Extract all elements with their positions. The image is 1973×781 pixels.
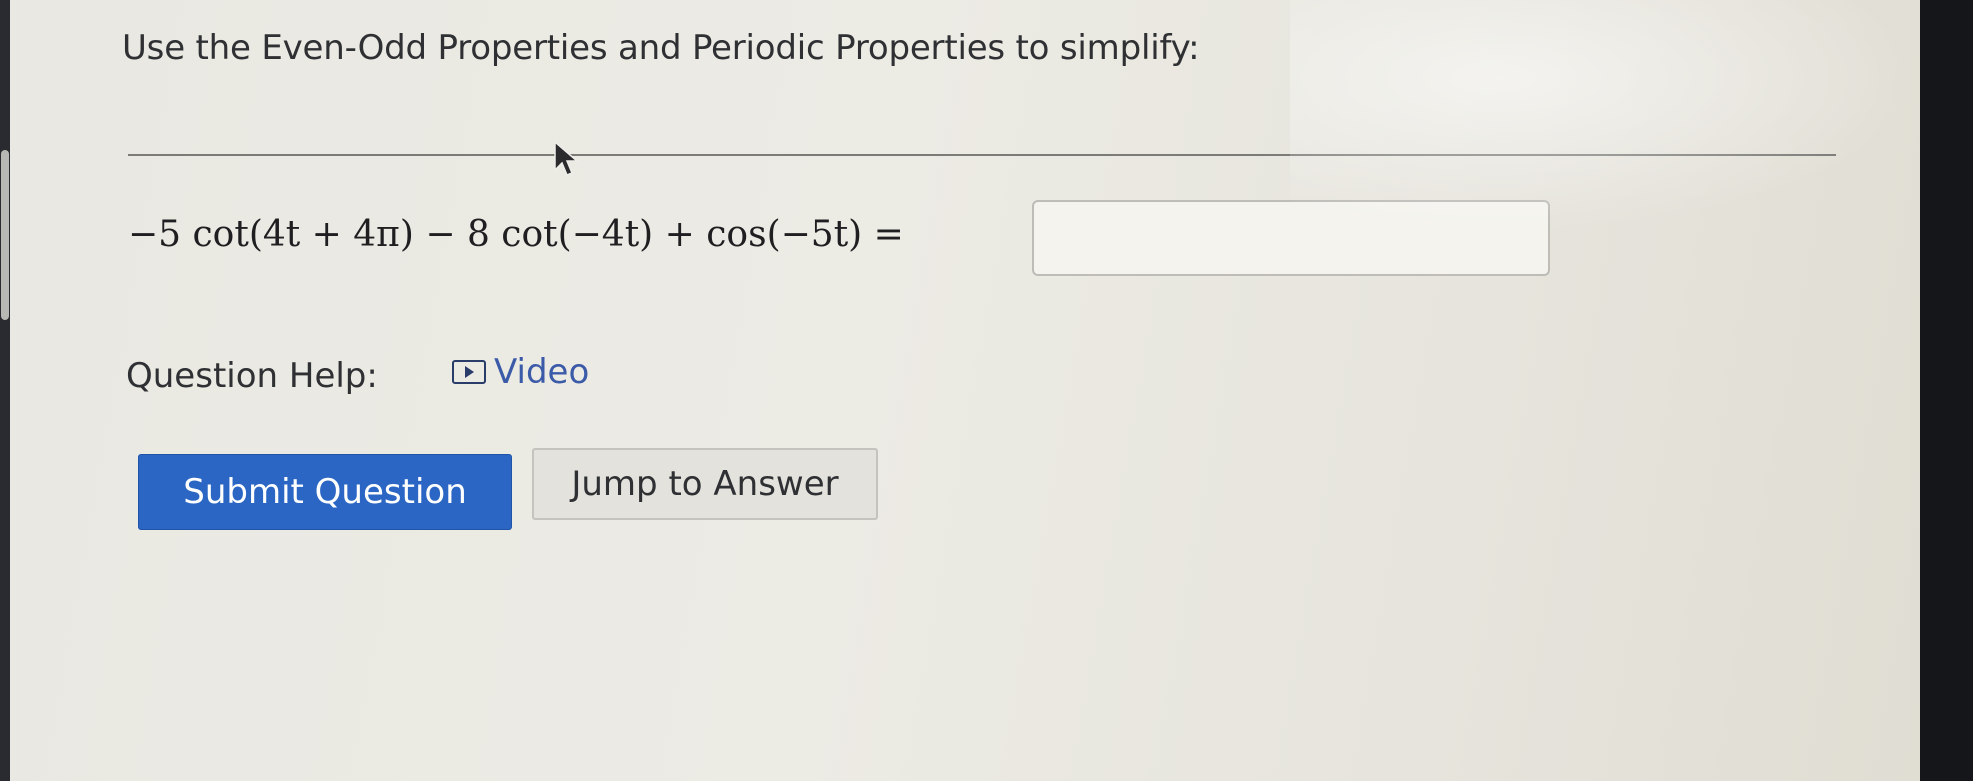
video-link-label: Video (494, 352, 590, 392)
scrollbar-thumb[interactable] (1, 150, 9, 320)
scrollbar-track[interactable] (0, 0, 10, 781)
question-instructions: Use the Even-Odd Properties and Periodic… (122, 28, 1200, 68)
play-video-icon (452, 360, 486, 384)
video-help-link[interactable]: Video (452, 352, 589, 392)
jump-to-answer-button[interactable]: Jump to Answer (532, 448, 878, 520)
submit-question-button[interactable]: Submit Question (138, 454, 512, 530)
question-page: Use the Even-Odd Properties and Periodic… (10, 0, 1920, 781)
mouse-cursor-icon (554, 140, 580, 176)
answer-input[interactable] (1032, 200, 1550, 276)
math-expression: −5 cot(4t + 4π) − 8 cot(−4t) + cos(−5t) … (128, 214, 904, 255)
divider (128, 154, 1836, 156)
question-help-label: Question Help: (126, 356, 378, 396)
monitor-bezel (1920, 0, 1973, 781)
